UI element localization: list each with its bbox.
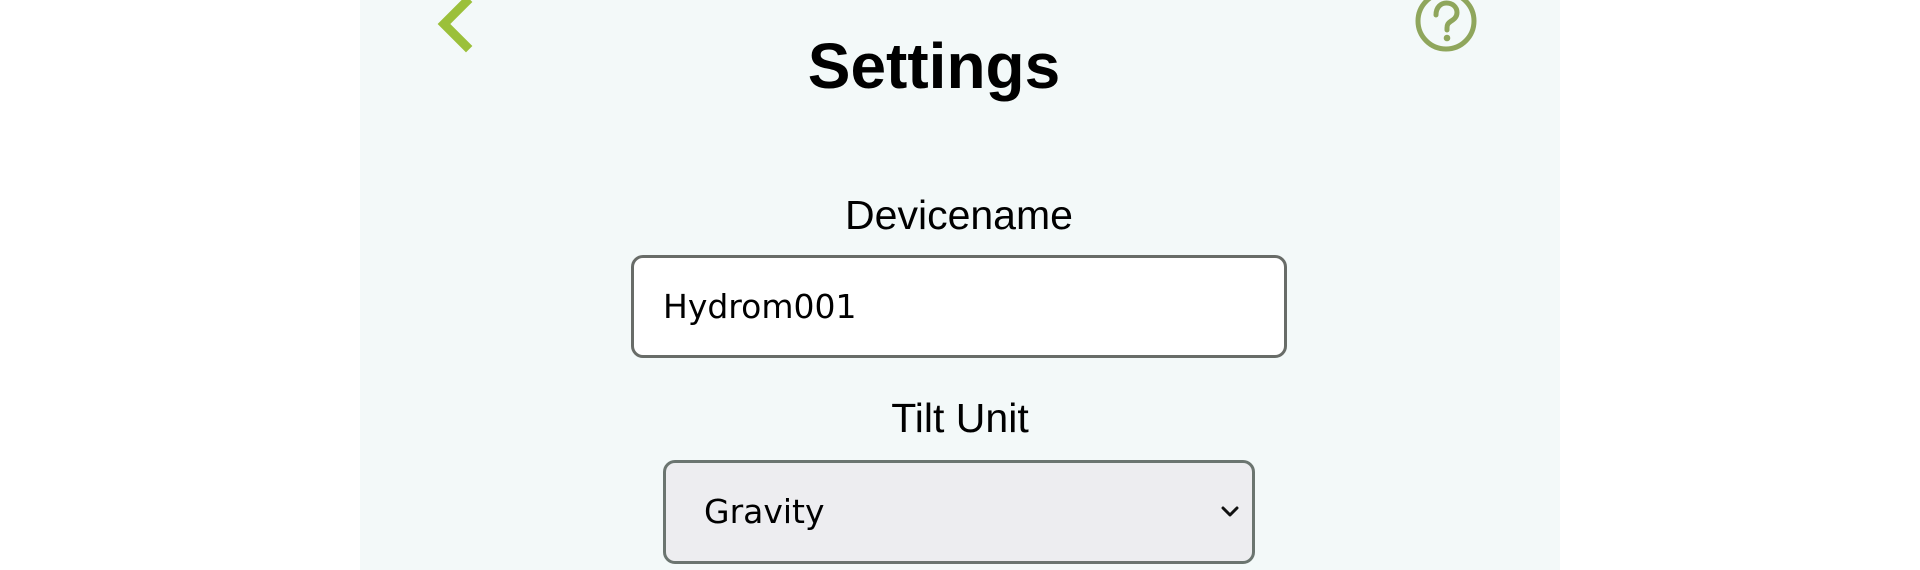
page-title: Settings <box>807 30 1061 102</box>
devicename-input[interactable] <box>631 255 1287 358</box>
help-button[interactable] <box>1413 0 1479 52</box>
devicename-label: Devicename <box>845 192 1073 238</box>
settings-panel: Settings Devicename Tilt Unit Gravity <box>360 0 1560 570</box>
tilt-unit-selected-value: Gravity <box>704 492 825 531</box>
chevron-down-icon <box>1221 506 1239 517</box>
tilt-unit-label: Tilt Unit <box>891 395 1029 441</box>
tilt-unit-select[interactable]: Gravity <box>663 460 1255 564</box>
page: Settings Devicename Tilt Unit Gravity <box>0 0 1920 570</box>
help-circle-icon <box>1415 0 1477 52</box>
